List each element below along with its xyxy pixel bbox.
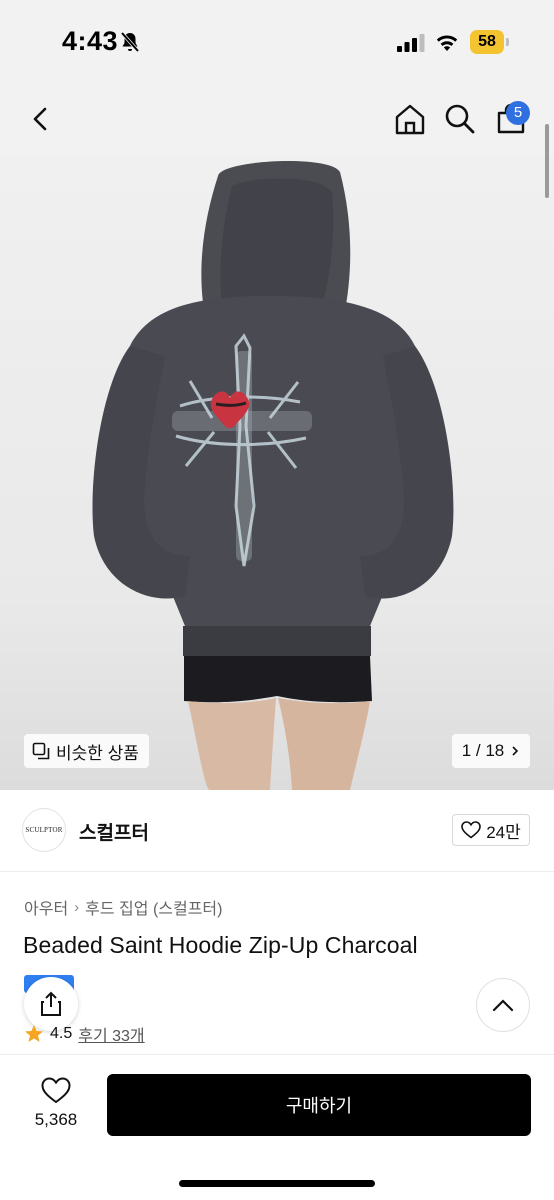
wishlist-count: 5,368 (34, 1110, 78, 1129)
bell-slash-icon (120, 31, 140, 53)
chevron-left-icon[interactable] (24, 102, 58, 136)
chevron-right-icon: › (74, 898, 80, 916)
product-image[interactable] (0, 156, 554, 790)
page-count: 1 / 18 (461, 741, 505, 760)
heart-icon (41, 1077, 71, 1104)
breadcrumb-outer[interactable]: 아우터 (24, 895, 68, 919)
review-link[interactable]: 후기 33개 (78, 1022, 144, 1046)
breadcrumb-hood-zipup[interactable]: 후드 집업 (스컬프터) (85, 895, 222, 919)
bottom-bar: 5,368 구매하기 (0, 1054, 554, 1200)
top-navigation (0, 80, 554, 156)
home-icon[interactable] (393, 102, 427, 136)
heart-icon (461, 821, 482, 839)
home-indicator (179, 1180, 375, 1187)
brand-logo: SCULPTOR (22, 808, 66, 852)
battery-cap (506, 38, 509, 46)
brand-name[interactable]: 스컬프터 (79, 818, 149, 845)
scroll-indicator (545, 124, 549, 198)
battery-indicator: 58 (470, 30, 510, 54)
cart-count-badge: 5 (506, 101, 530, 125)
rating-value: 4.5 (50, 1025, 73, 1042)
rating-row: 4.5 후기 33개 (24, 1022, 145, 1046)
status-bar: 4:43 58 (0, 0, 554, 80)
wishlist-button[interactable]: 5,368 (22, 1077, 90, 1130)
wifi-icon (436, 35, 458, 51)
chevron-up-icon (492, 999, 514, 1012)
breadcrumb: 아우터 › 후드 집업 (스컬프터) (24, 895, 222, 919)
brand-like-count: 24만 (486, 822, 521, 842)
similar-products-label: 비슷한 상품 (56, 743, 139, 763)
star-icon (25, 1025, 43, 1042)
battery-level: 58 (470, 30, 504, 54)
image-page-indicator[interactable]: 1 / 18 (452, 734, 530, 768)
cellular-signal-icon (397, 34, 425, 52)
search-icon[interactable] (443, 102, 477, 136)
copy-icon (32, 742, 50, 760)
hoodie-photo (92, 160, 454, 790)
product-title: Beaded Saint Hoodie Zip-Up Charcoal (23, 932, 418, 958)
share-icon (41, 991, 61, 1016)
similar-products-button[interactable]: 비슷한 상품 (24, 734, 149, 768)
buy-button[interactable]: 구매하기 (107, 1074, 531, 1136)
brand-like-button[interactable]: 24만 (452, 814, 530, 846)
chevron-right-icon (512, 746, 519, 756)
brand-row[interactable]: SCULPTOR 스컬프터 24만 (0, 790, 554, 872)
status-time: 4:43 (62, 26, 119, 56)
scroll-to-top-button[interactable] (476, 978, 530, 1032)
